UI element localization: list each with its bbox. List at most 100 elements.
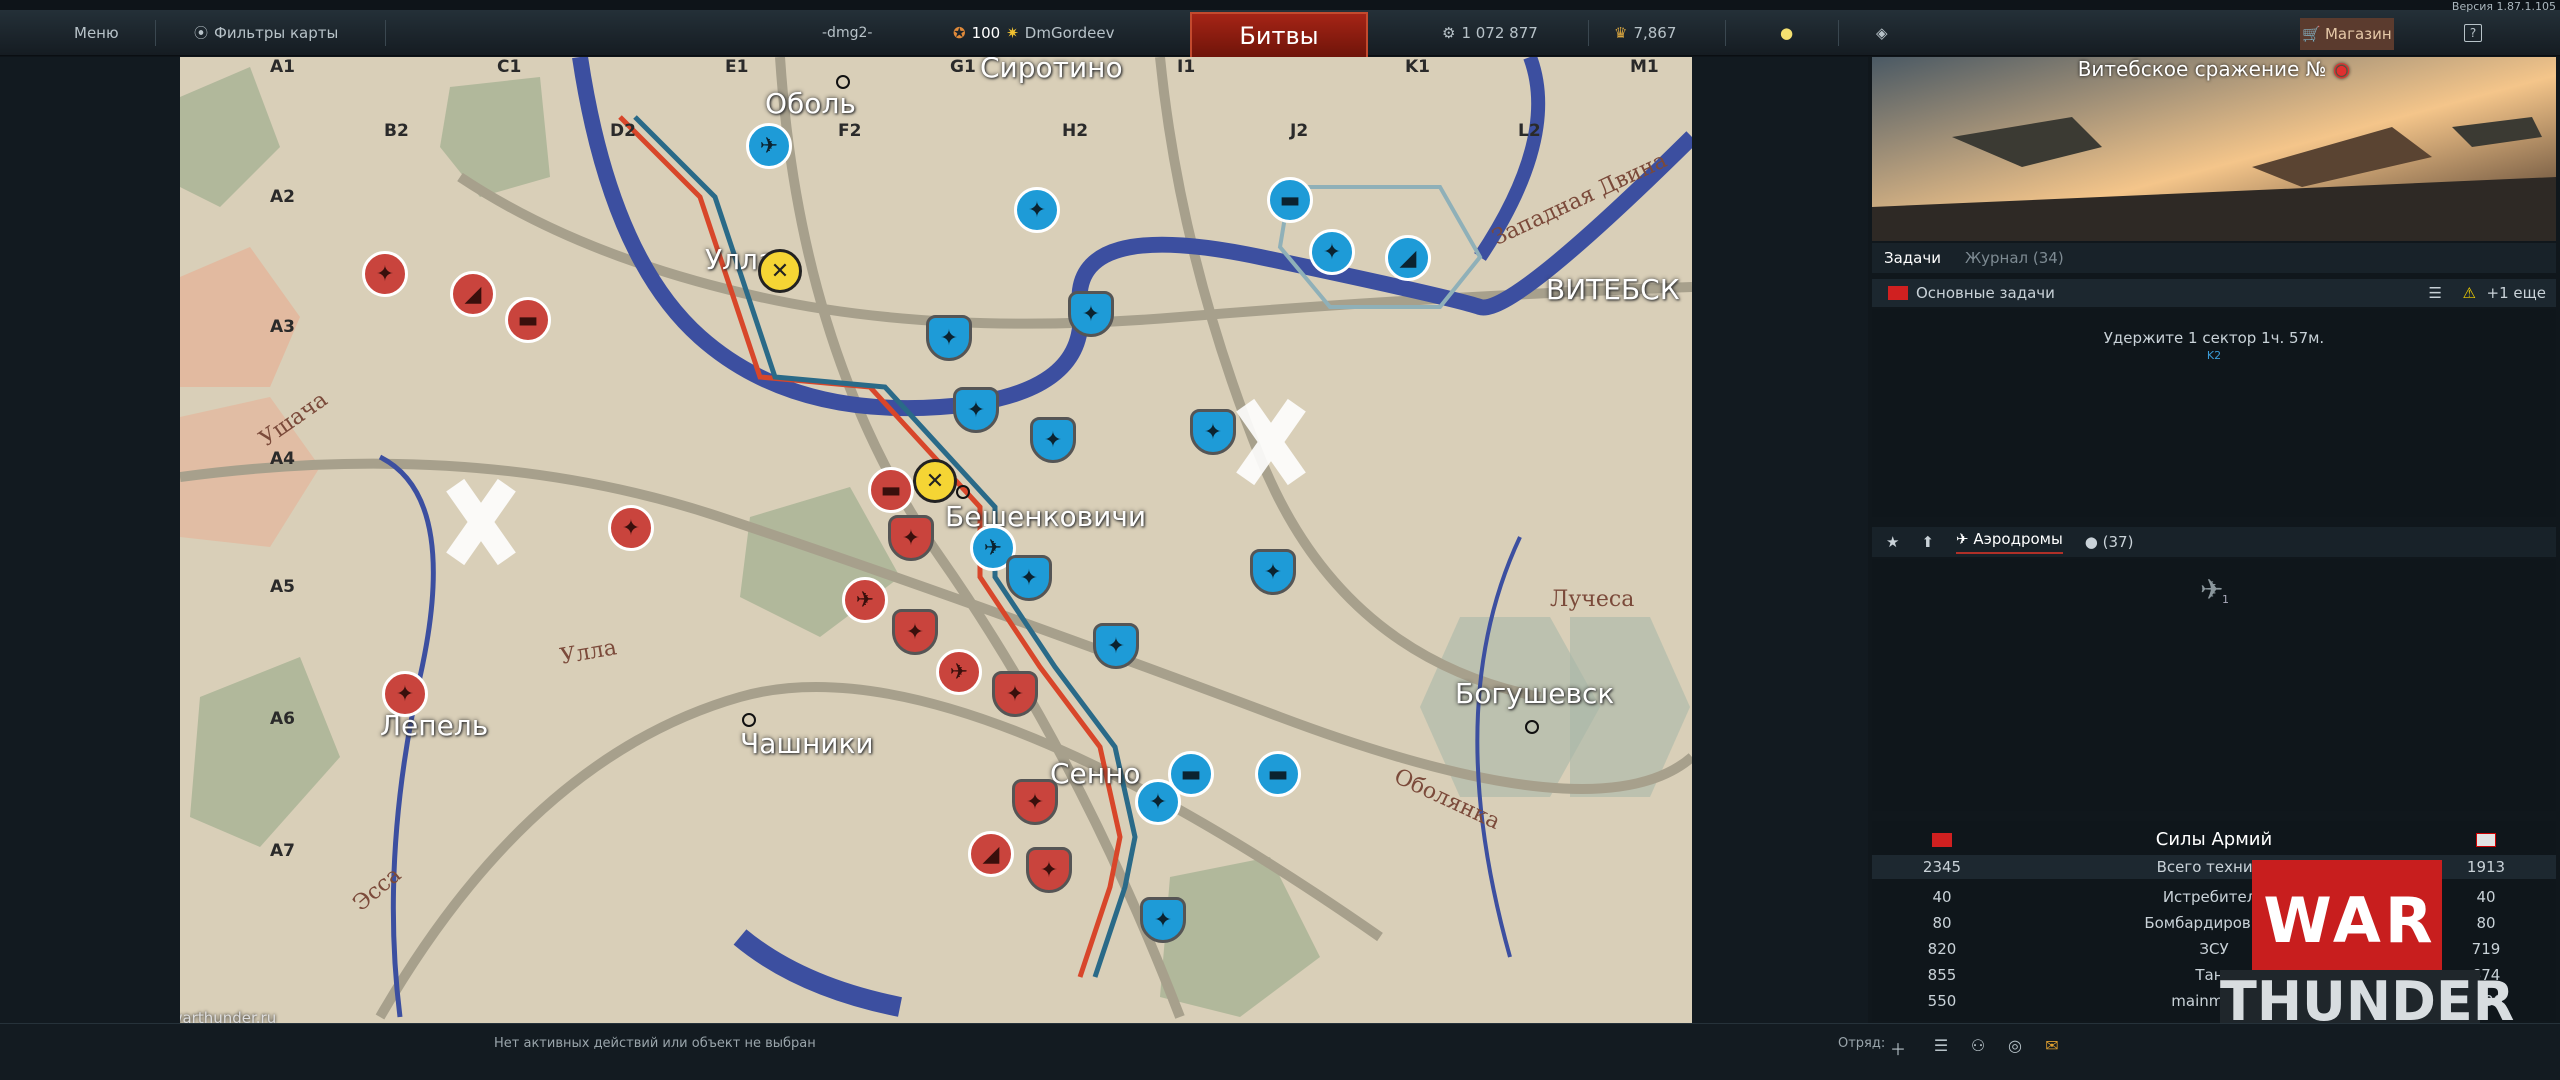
cart-icon: 🛒 <box>2302 25 2321 43</box>
town-label: Сенно <box>1050 757 1141 790</box>
allied-infantry-icon[interactable]: ✦ <box>1006 555 1052 601</box>
more-tasks[interactable]: +1 еще <box>2487 284 2546 302</box>
grid-label: B2 <box>384 121 409 141</box>
divider <box>155 20 156 46</box>
allied-infantry-icon[interactable]: ✦ <box>1068 291 1114 337</box>
contacts-icon[interactable]: ⚇ <box>1967 1036 1989 1058</box>
grid-label: A6 <box>270 709 295 729</box>
allied-infantry-icon[interactable]: ✦ <box>953 387 999 433</box>
battles-tab[interactable]: Битвы <box>1190 12 1368 60</box>
tab-units[interactable]: ● (37) <box>2085 533 2134 551</box>
map-filters-button[interactable]: ⦿ Фильтры карты <box>194 10 338 56</box>
news-button[interactable]: ◈ <box>1876 10 1888 56</box>
ussr-flag-icon <box>1872 830 2012 848</box>
chat-icon[interactable]: ◎ <box>2004 1036 2026 1058</box>
airfield-icon[interactable]: ✈ <box>2200 573 2223 606</box>
grid-label: E1 <box>725 57 749 77</box>
task-text: Удержите 1 сектор 1ч. 57м. <box>2103 329 2325 347</box>
tab-tasks[interactable]: Задачи <box>1884 249 1941 267</box>
enemy-infantry-icon[interactable]: ✦ <box>1026 847 1072 893</box>
town-marker <box>742 713 756 727</box>
allied-tank-icon[interactable]: ▬ <box>1267 177 1313 223</box>
task-content: Удержите 1 сектор 1ч. 57м. K2 <box>1872 309 2556 517</box>
rank-icon: ✪ <box>953 24 966 42</box>
star-icon: ✷ <box>1006 24 1019 42</box>
map-terrain <box>180 57 1692 1020</box>
allied-infantry-icon[interactable]: ✦ <box>1309 229 1355 275</box>
campaign-map[interactable]: A1 C1 E1 G1 I1 K1 M1 B2 D2 F2 H2 J2 L2 A… <box>180 57 1692 1023</box>
grid-label: A1 <box>270 57 295 77</box>
silver-lions[interactable]: ⚙ 1 072 877 <box>1442 10 1538 56</box>
add-icon[interactable]: ＋ <box>1887 1036 1909 1059</box>
battle-art <box>1872 57 2556 241</box>
tab-journal[interactable]: Журнал (34) <box>1965 249 2064 267</box>
allied-infantry-icon[interactable]: ✦ <box>1014 187 1060 233</box>
air-tabs: ★ ⬆ ✈ Аэродромы ● (37) <box>1872 527 2556 557</box>
allied-aircraft-icon[interactable]: ✈ <box>746 123 792 169</box>
battle-marker-icon[interactable]: ✕ <box>913 459 957 503</box>
golden-eagles[interactable]: ♛ 7,867 <box>1614 10 1676 56</box>
enemy-infantry-icon[interactable]: ✦ <box>888 515 934 561</box>
list-icon[interactable]: ☰ <box>2429 284 2442 302</box>
allied-infantry-icon[interactable]: ✦ <box>1250 549 1296 595</box>
enemy-infantry-icon[interactable]: ✦ <box>362 251 408 297</box>
total-left: 2345 <box>1922 858 1962 876</box>
mail-icon[interactable]: ✉ <box>2041 1036 2063 1058</box>
menu-button[interactable]: Меню <box>74 10 119 56</box>
grid-label: C1 <box>497 57 522 77</box>
circle-icon: ● <box>2084 533 2103 551</box>
player-name: DmGordeev <box>1024 24 1115 42</box>
grid-label: A7 <box>270 841 295 861</box>
list-icon[interactable]: ☰ <box>1930 1036 1952 1058</box>
enemy-tank-icon[interactable]: ▬ <box>505 297 551 343</box>
enemy-aircraft-icon[interactable]: ✈ <box>842 577 888 623</box>
town-label: Оболь <box>765 87 856 120</box>
war-thunder-world-war-screen: Версия 1.87.1.105 Меню ⦿ Фильтры карты -… <box>0 0 2560 1080</box>
map-filters-label: Фильтры карты <box>214 24 339 42</box>
help-button[interactable]: ? <box>2464 10 2482 56</box>
hint-button[interactable]: ● <box>1780 10 1793 56</box>
town-label: Сиротино <box>980 57 1123 84</box>
left-margin <box>0 57 180 1023</box>
grid-label: A3 <box>270 317 295 337</box>
allied-infantry-icon[interactable]: ✦ <box>926 315 972 361</box>
enemy-tank-icon[interactable]: ▬ <box>868 467 914 513</box>
main-tasks-header[interactable]: Основные задачи ☰ ⚠ +1 еще <box>1872 279 2556 307</box>
grid-label: F2 <box>838 121 862 141</box>
task-sector-link[interactable]: K2 <box>1872 349 2556 362</box>
arrow-up-icon[interactable]: ⬆ <box>1921 533 1934 551</box>
target-icon: ◉ <box>2326 57 2351 81</box>
enemy-artillery-icon[interactable]: ◢ <box>968 831 1014 877</box>
row-left: 820 <box>1927 940 1957 958</box>
menu-label: Меню <box>74 24 119 42</box>
forces-title: Силы Армий <box>2155 828 2273 850</box>
player-info[interactable]: ✪ 100 ✷ DmGordeev <box>953 10 1115 56</box>
town-label: Бешенковичи <box>945 500 1147 533</box>
allied-infantry-icon[interactable]: ✦ <box>1135 779 1181 825</box>
enemy-infantry-icon[interactable]: ✦ <box>1012 779 1058 825</box>
shop-label: Магазин <box>2324 25 2392 43</box>
allied-infantry-icon[interactable]: ✦ <box>1140 897 1186 943</box>
battle-marker-icon[interactable]: ✕ <box>758 249 802 293</box>
enemy-artillery-icon[interactable]: ◢ <box>450 271 496 317</box>
enemy-infantry-icon[interactable]: ✦ <box>382 671 428 717</box>
town-marker <box>956 485 970 499</box>
enemy-aircraft-icon[interactable]: ✈ <box>936 649 982 695</box>
tab-airfields-label: Аэродромы <box>1973 530 2063 548</box>
allied-tank-icon[interactable]: ▬ <box>1255 751 1301 797</box>
enemy-infantry-icon[interactable]: ✦ <box>892 609 938 655</box>
main-tasks-label: Основные задачи <box>1916 284 2055 302</box>
allied-infantry-icon[interactable]: ✦ <box>1093 623 1139 669</box>
allied-infantry-icon[interactable]: ✦ <box>1030 417 1076 463</box>
allied-infantry-icon[interactable]: ✦ <box>1190 409 1236 455</box>
bottom-bar <box>0 1023 2560 1080</box>
town-marker <box>836 75 850 89</box>
shop-button[interactable]: 🛒 Магазин <box>2300 18 2394 50</box>
lightbulb-icon: ● <box>1780 24 1794 42</box>
enemy-infantry-icon[interactable]: ✦ <box>992 671 1038 717</box>
allied-artillery-icon[interactable]: ◢ <box>1385 235 1431 281</box>
star-icon[interactable]: ★ <box>1886 533 1899 551</box>
grid-label: A5 <box>270 577 295 597</box>
enemy-infantry-icon[interactable]: ✦ <box>608 505 654 551</box>
tab-airfields[interactable]: ✈ Аэродромы <box>1956 530 2063 554</box>
